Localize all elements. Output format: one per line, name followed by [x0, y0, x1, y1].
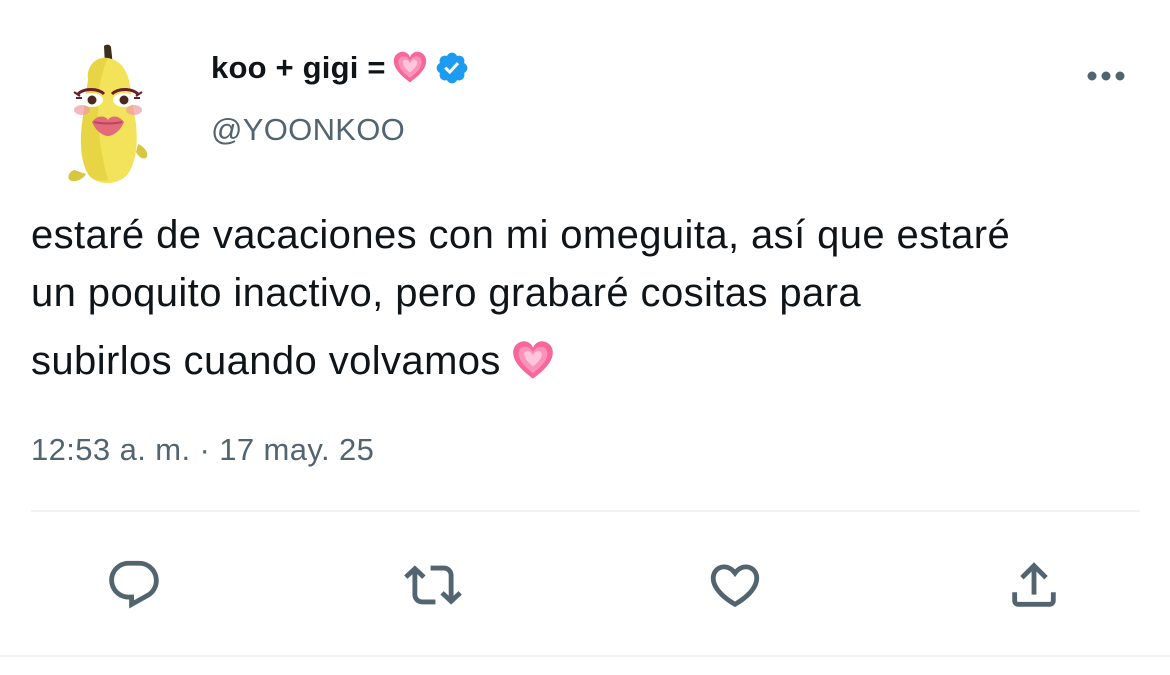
share-icon — [1012, 562, 1056, 607]
growing-heart-icon — [392, 50, 428, 86]
tweet-text-line-with-emoji: subirlos cuando volvamos — [31, 332, 1156, 390]
handle[interactable]: @YOONKOO — [211, 112, 405, 148]
reply-icon — [109, 560, 159, 609]
reply-button[interactable] — [104, 555, 164, 615]
more-options-icon[interactable] — [1080, 58, 1132, 94]
tweet-text-line: subirlos cuando volvamos — [31, 339, 501, 383]
tweet-text: estaré de vacaciones con mi omeguita, as… — [31, 206, 1156, 390]
like-heart-icon — [710, 564, 760, 608]
like-button[interactable] — [705, 555, 765, 615]
divider — [0, 655, 1170, 657]
retweet-icon — [404, 565, 462, 605]
banana-face-avatar-icon — [68, 44, 148, 183]
tweet-timestamp[interactable]: 12:53 a. m. · 17 may. 25 — [31, 432, 374, 468]
verified-badge-icon — [434, 50, 470, 86]
retweet-button[interactable] — [403, 555, 463, 615]
tweet-card: koo + gigi = @YOONKOO estaré de vacacion… — [0, 0, 1170, 675]
divider — [31, 510, 1140, 512]
tweet-text-line: un poquito inactivo, pero grabaré cosita… — [31, 271, 862, 315]
avatar[interactable] — [52, 40, 170, 188]
display-name-row: koo + gigi = — [211, 46, 470, 90]
growing-heart-icon — [511, 339, 555, 383]
tweet-text-line: estaré de vacaciones con mi omeguita, as… — [31, 213, 1011, 257]
share-button[interactable] — [1004, 555, 1064, 615]
display-name[interactable]: koo + gigi = — [211, 50, 386, 86]
